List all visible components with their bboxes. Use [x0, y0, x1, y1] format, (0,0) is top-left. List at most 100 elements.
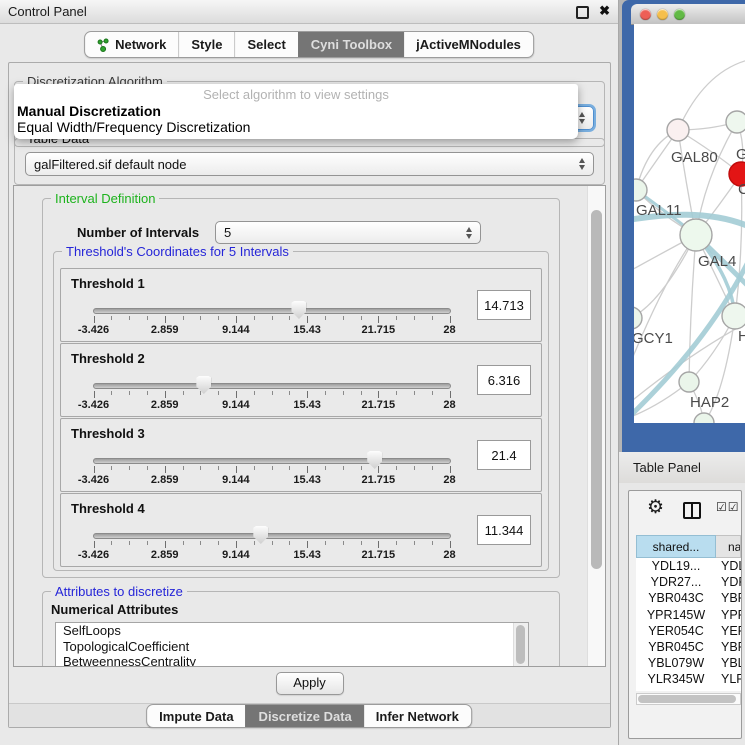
- close-icon[interactable]: ✖: [599, 3, 610, 19]
- network-graph[interactable]: GAL80GACGAL11GAL4GCY1HHAP2: [634, 24, 745, 423]
- threshold-label: Threshold 3: [71, 426, 145, 441]
- slider-tick: [200, 316, 201, 320]
- slider-tick-label: 28: [422, 549, 478, 561]
- attribute-item-topologicalcoefficient[interactable]: TopologicalCoefficient: [56, 639, 528, 655]
- slider-tick: [183, 391, 184, 395]
- algorithm-option-equal-width-frequency-discretization[interactable]: Equal Width/Frequency Discretization: [14, 119, 578, 135]
- numerical-attributes-list[interactable]: SelfLoopsTopologicalCoefficientBetweenne…: [55, 622, 529, 667]
- threshold-value-field[interactable]: 11.344: [477, 515, 531, 545]
- table-row[interactable]: YDR27...YDR27...: [636, 574, 741, 590]
- network-window-titlebar[interactable]: [631, 4, 745, 25]
- network-edge[interactable]: [689, 235, 696, 382]
- column-header-name[interactable]: name: [716, 535, 741, 558]
- select-checkboxes-icon[interactable]: ☑☑: [716, 500, 740, 514]
- slider-tick: [289, 466, 290, 470]
- tab-label: Cyni Toolbox: [311, 37, 392, 52]
- tab-impute-data[interactable]: Impute Data: [147, 705, 245, 727]
- combo-arrows-icon: [579, 158, 586, 170]
- cell-name: YBR045C: [716, 640, 741, 654]
- tab-cyni-toolbox[interactable]: Cyni Toolbox: [298, 32, 404, 57]
- tab-discretize-data[interactable]: Discretize Data: [246, 705, 364, 727]
- number-of-intervals-select[interactable]: 5: [215, 221, 481, 244]
- table-row[interactable]: YBR043CYBR043C: [636, 590, 741, 606]
- combo-arrows-icon: [579, 112, 586, 124]
- scrollbar-thumb[interactable]: [638, 695, 736, 703]
- zoom-traffic-light[interactable]: [674, 9, 685, 20]
- threshold-value-field[interactable]: 6.316: [477, 365, 531, 395]
- gear-icon[interactable]: ⚙: [647, 497, 664, 519]
- tab-label: jActiveMNodules: [416, 37, 521, 52]
- slider-tick-label: 2.859: [137, 549, 193, 561]
- slider-tick: [236, 316, 237, 323]
- scrollbar-thumb[interactable]: [591, 210, 602, 569]
- scrollbar-thumb[interactable]: [516, 625, 525, 664]
- table-row[interactable]: YPR145WYPR145W: [636, 607, 741, 623]
- attributes-group-title: Attributes to discretize: [51, 584, 187, 599]
- tab-infer-network[interactable]: Infer Network: [364, 705, 471, 727]
- slider-track[interactable]: [93, 383, 451, 389]
- slider-tick: [343, 541, 344, 545]
- attribute-item-selfloops[interactable]: SelfLoops: [56, 623, 528, 639]
- slider-tick: [432, 316, 433, 320]
- network-node[interactable]: [694, 413, 714, 423]
- columns-icon[interactable]: [683, 502, 701, 519]
- tab-jactivemnodules[interactable]: jActiveMNodules: [404, 32, 533, 57]
- network-node-gcy1[interactable]: [634, 307, 642, 329]
- network-view-window: GAL80GACGAL11GAL4GCY1HHAP2: [622, 0, 745, 452]
- float-window-icon[interactable]: [576, 6, 589, 19]
- table-row[interactable]: YLR345WYLR345W: [636, 671, 741, 687]
- slider-thumb[interactable]: [253, 526, 268, 544]
- network-node-h[interactable]: [722, 303, 745, 329]
- slider-tick: [129, 466, 130, 470]
- slider-tick: [289, 391, 290, 395]
- slider-tick: [272, 541, 273, 545]
- table-horizontal-scrollbar[interactable]: [636, 693, 741, 705]
- attribute-item-betweennesscentrality[interactable]: BetweennessCentrality: [56, 654, 528, 667]
- cell-name: YER054C: [716, 624, 741, 638]
- numerical-attributes-label: Numerical Attributes: [51, 602, 178, 617]
- cyni-bottom-tab-bar: Impute Data Discretize DataInfer Network: [146, 704, 472, 728]
- network-node-gal80[interactable]: [667, 119, 689, 141]
- slider-tick: [414, 391, 415, 395]
- table-data-select[interactable]: galFiltered.sif default node: [25, 152, 594, 176]
- minimize-traffic-light[interactable]: [657, 9, 668, 20]
- slider-thumb[interactable]: [367, 451, 382, 469]
- slider-thumb[interactable]: [196, 376, 211, 394]
- network-node-ga[interactable]: [726, 111, 745, 133]
- slider-tick: [432, 541, 433, 545]
- apply-button[interactable]: Apply: [276, 672, 344, 695]
- close-traffic-light[interactable]: [640, 9, 651, 20]
- cell-shared-name: YIL052C: [636, 689, 716, 691]
- slider-tick: [254, 466, 255, 470]
- slider-tick: [289, 541, 290, 545]
- network-node-gal4[interactable]: [680, 219, 712, 251]
- threshold-value-field[interactable]: 14.713: [477, 290, 531, 320]
- slider-track[interactable]: [93, 308, 451, 314]
- slider-tick: [343, 391, 344, 395]
- threshold-value-field[interactable]: 21.4: [477, 440, 531, 470]
- table-row[interactable]: YBR045CYBR045C: [636, 639, 741, 655]
- network-canvas[interactable]: GAL80GACGAL11GAL4GCY1HHAP2: [634, 24, 745, 423]
- column-header-shared-name[interactable]: shared...: [636, 535, 716, 558]
- slider-thumb[interactable]: [291, 301, 306, 319]
- network-node-hap2[interactable]: [679, 372, 699, 392]
- slider-tick: [147, 391, 148, 395]
- tab-style[interactable]: Style: [178, 32, 234, 57]
- table-row[interactable]: YBL079WYBL079W: [636, 655, 741, 671]
- settings-panel-scrollbar[interactable]: [587, 186, 605, 666]
- tab-label: Network: [115, 37, 166, 52]
- network-edge[interactable]: [634, 235, 696, 369]
- threshold-label: Threshold 4: [71, 501, 145, 516]
- slider-tick: [378, 466, 379, 473]
- tab-network[interactable]: Network: [85, 32, 178, 57]
- network-node-label: GA: [736, 146, 745, 163]
- table-row[interactable]: YIL052CYIL052C: [636, 688, 741, 692]
- algorithm-option-manual-discretization[interactable]: Manual Discretization: [14, 103, 578, 119]
- table-row[interactable]: YDL19...YDL19...: [636, 558, 741, 574]
- slider-track[interactable]: [93, 458, 451, 464]
- tab-select[interactable]: Select: [234, 32, 297, 57]
- slider-track[interactable]: [93, 533, 451, 539]
- attributes-list-scrollbar[interactable]: [513, 623, 528, 667]
- table-row[interactable]: YER054CYER054C: [636, 623, 741, 639]
- tab-label: Impute Data: [159, 709, 233, 724]
